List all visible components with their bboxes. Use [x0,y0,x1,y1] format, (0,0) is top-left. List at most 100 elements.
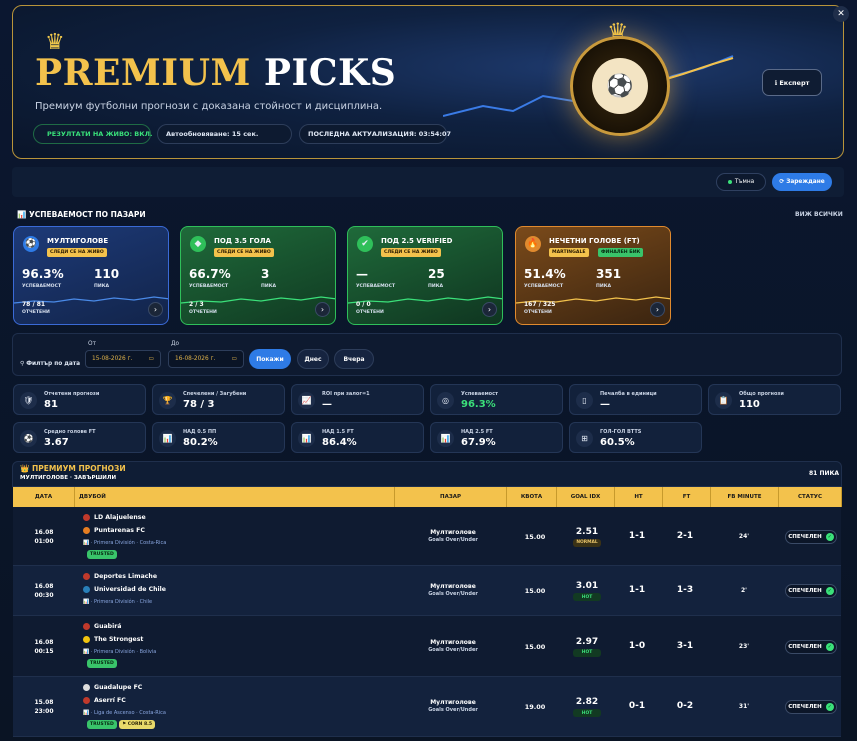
settled-label: ОТЧЕТЕНИ [22,310,50,315]
market-card[interactable]: ◆ ПОД 3.5 ГОЛА СЛЕДИ СЕ НА ЖИВО 66.7% 3 УСПЕВ… [180,226,336,325]
goal-icon: ⊞ [576,430,593,447]
corner-badge: ⚑ CORN 8.5 [119,720,156,729]
column-header[interactable]: СТАТУС [779,487,842,507]
column-header[interactable]: HT [615,487,663,507]
chart-icon: 📈 [298,392,315,409]
column-header[interactable]: GOAL IDX [557,487,615,507]
picks-count: 3 [261,267,270,281]
date-text: 16.08 [34,638,54,646]
bar-chart-icon: 📊 [298,430,315,447]
expert-button[interactable]: ℹ Експерт [762,69,822,96]
stat-value: 67.9% [461,437,496,448]
status-text: СПЕЧЕЛЕН [788,704,822,710]
market-card[interactable]: ✔ ПОД 2.5 VERIFIED СЛЕДИ СЕ НА ЖИВО —25 УСПЕ… [347,226,503,325]
home-team: LD Alajuelense [83,514,146,521]
status-badge[interactable]: СПЕЧЕЛЕН ✓ [785,529,837,544]
settled-label: ОТЧЕТЕНИ [356,310,384,315]
chevron-right-icon[interactable]: › [148,302,163,317]
success-rate: 66.7% [189,267,231,281]
stat-label: Общо прогнози [739,391,784,397]
stat-value: 78 / 3 [183,399,215,410]
column-header[interactable]: FT [663,487,711,507]
table-row[interactable]: 16.08 00:30 Deportes Limache Universidad de… [13,566,841,616]
reload-button[interactable]: ⟳ Зареждане [772,173,832,191]
column-header[interactable]: ДВУБОЙ [75,487,395,507]
date-text: 16.08 [34,528,54,536]
column-header[interactable]: КВОТА [507,487,557,507]
chevron-right-icon[interactable]: › [482,302,497,317]
stat-label: Отчетени прогнози [44,391,100,397]
match-date: 16.08 01:00 [13,528,75,546]
first-goal-minute: 2' [740,587,747,594]
chevron-right-icon[interactable]: › [650,302,665,317]
column-header[interactable]: ПАЗАР [395,487,507,507]
away-team: Puntarenas FC [83,527,145,534]
chevron-right-icon[interactable]: › [315,302,330,317]
team-crest-icon [83,527,90,534]
first-goal-minute: 31' [738,703,750,710]
from-date-input[interactable]: 15-08-2026 г. ▭ [85,350,161,368]
settled-ratio: 0 / 0 [356,301,371,308]
time-text: 23:00 [34,708,54,715]
market-card[interactable]: 🔥 НЕЧЕТНИ ГОЛОВЕ (FT) MARTINGALE ФИНАЛЕН БИ… [515,226,671,325]
column-header[interactable]: ДАТА [13,487,75,507]
yesterday-button[interactable]: Вчера [334,349,374,369]
market-cell: Мултиголове Goals Over/Under [393,529,513,543]
market-subtype: Goals Over/Under [428,536,478,543]
match-date: 15.08 23:00 [13,698,75,716]
stat-label: Печалба в единици [600,391,657,397]
check-icon: ✓ [825,642,834,651]
close-icon[interactable]: ✕ [833,6,849,22]
odds-value: 19.00 [524,703,546,711]
table-row[interactable]: 15.08 23:00 Guadalupe FC Aserrí FC 📊 · Liga … [13,677,841,737]
market-subtype: Goals Over/Under [428,707,478,713]
show-button[interactable]: Покажи [249,349,291,369]
stat-value: 3.67 [44,437,69,448]
live-results-chip[interactable]: РЕЗУЛТАТИ НА ЖИВО: ВКЛ. [33,124,152,144]
stat-value: 86.4% [322,437,357,448]
team-crest-icon [83,514,90,521]
odds-value: 15.00 [524,587,546,595]
stat-label: Успеваемост [461,391,498,397]
cube-icon: ◆ [190,236,206,252]
market-subtype: Goals Over/Under [428,591,478,597]
to-date-input[interactable]: 16-08-2026 г. ▭ [168,350,244,368]
status-badge[interactable]: СПЕЧЕЛЕН ✓ [785,700,837,714]
check-icon: ✓ [825,703,834,711]
soccer-ball-icon: ⚽ [592,58,648,114]
goal-index: 2.82 HOT [565,697,609,717]
full-time-score: 1-3 [676,585,694,595]
stat-value: 81 [44,399,58,410]
table-row[interactable]: 16.08 00:15 Guabirá The Strongest 📊 · Primer… [13,616,841,677]
page-title: PREMIUM PICKS [35,52,397,94]
market-tag: СЛЕДИ СЕ НА ЖИВО [381,248,441,257]
time-text: 01:00 [34,537,54,545]
status-badge[interactable]: СПЕЧЕЛЕН ✓ [785,639,837,654]
goal-index: 3.01 HOT [565,581,609,601]
market-card[interactable]: ⚽ МУЛТИГОЛОВЕ СЛЕДИ СЕ НА ЖИВО 96.3% 110 УСПЕ… [13,226,169,325]
stat-value: 80.2% [183,437,218,448]
table-row[interactable]: 16.08 01:00 LD Alajuelense Puntarenas FC 📊 ·… [13,507,841,566]
shield-icon: 🛡 [20,392,37,409]
stat-label: НАД 1.5 FT [322,429,354,435]
market-name: МУЛТИГОЛОВЕ [47,237,109,245]
check-box-icon: ✔ [357,236,373,252]
theme-toggle[interactable]: Тъмна [716,173,766,191]
settled-ratio: 2 / 3 [189,301,204,308]
settled-ratio: 78 / 81 [22,301,46,308]
trusted-badge: TRUSTED [87,720,117,729]
status-badge[interactable]: СПЕЧЕЛЕН ✓ [785,584,837,598]
auto-refresh-chip[interactable]: Автообновяване: 15 сек. [157,124,292,144]
market-name: НЕЧЕТНИ ГОЛОВЕ (FT) [549,237,640,245]
see-all-link[interactable]: ВИЖ ВСИЧКИ [795,211,843,218]
stat-card: 📈 ROI при залог=1 — [291,384,424,415]
bar-chart-icon: 📊 [437,430,454,447]
market-tag: ФИНАЛЕН БИК [598,248,644,257]
stat-label: НАД 2.5 FT [461,429,493,435]
stat-label: Спечелени / Загубени [183,391,247,397]
column-header[interactable]: FB MINUTE [711,487,779,507]
success-rate: 96.3% [22,267,64,281]
today-button[interactable]: Днес [297,349,329,369]
market-tag: MARTINGALE [549,248,589,257]
home-team-name: Guabirá [94,623,122,630]
